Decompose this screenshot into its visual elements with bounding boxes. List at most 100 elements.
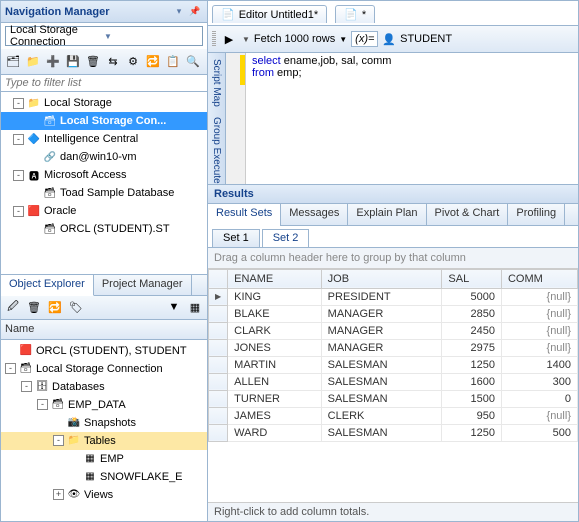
object-tree[interactable]: 🟥ORCL (STUDENT), STUDENT-🗃Local Storage … — [1, 340, 207, 522]
tree-node[interactable]: ▦EMP — [1, 450, 207, 468]
cell[interactable]: 1250 — [442, 356, 502, 373]
tool-7[interactable]: ⚙ — [124, 53, 142, 71]
table-row[interactable]: JAMESCLERK950{null} — [209, 407, 578, 424]
tree-node[interactable]: 📸Snapshots — [1, 414, 207, 432]
editor-tab-new[interactable]: 📄 * — [335, 5, 375, 23]
column-header[interactable]: SAL — [442, 269, 502, 288]
set-tab[interactable]: Set 1 — [212, 229, 260, 247]
cell[interactable]: 0 — [501, 390, 577, 407]
cell[interactable]: PRESIDENT — [321, 288, 442, 305]
filter-input[interactable] — [1, 75, 207, 92]
fetch-control[interactable]: Fetch 1000 rows ▼ — [254, 33, 347, 45]
tab-project-manager[interactable]: Project Manager — [94, 275, 192, 295]
cell[interactable]: {null} — [501, 288, 577, 305]
expand-icon[interactable]: + — [53, 489, 64, 500]
tool-5[interactable]: 🗑 — [84, 53, 102, 71]
expand-icon[interactable]: - — [53, 435, 64, 446]
tool-1[interactable]: 🗂 — [4, 53, 22, 71]
table-row[interactable]: TURNERSALESMAN15000 — [209, 390, 578, 407]
cell[interactable]: SALESMAN — [321, 356, 442, 373]
tree-node[interactable]: -🔷Intelligence Central — [1, 130, 207, 148]
expand-icon[interactable]: - — [21, 381, 32, 392]
set-tab[interactable]: Set 2 — [262, 229, 310, 247]
cell[interactable]: KING — [228, 288, 322, 305]
name-column-header[interactable]: Name — [1, 320, 207, 340]
cell[interactable]: 1250 — [442, 424, 502, 441]
run-button[interactable]: ▶ — [220, 30, 238, 48]
result-tab[interactable]: Pivot & Chart — [427, 204, 509, 225]
tree-node[interactable]: ▦SNOWFLAKE_E — [1, 468, 207, 486]
group-execute-tab[interactable]: Group Execute — [211, 117, 222, 184]
tool-6[interactable]: ⇆ — [104, 53, 122, 71]
cell[interactable]: JONES — [228, 339, 322, 356]
code-editor[interactable]: select ename,job, sal, comm from emp; — [246, 53, 397, 184]
cell[interactable]: CLERK — [321, 407, 442, 424]
connection-dropdown[interactable]: Local Storage Connection ▼ — [5, 26, 203, 46]
obj-tool-4[interactable]: 🏷 — [67, 298, 85, 316]
tree-node[interactable]: -🗄Databases — [1, 378, 207, 396]
cell[interactable]: MANAGER — [321, 339, 442, 356]
tree-node[interactable]: 🔗dan@win10-vm — [1, 148, 207, 166]
table-row[interactable]: JONESMANAGER2975{null} — [209, 339, 578, 356]
cell[interactable]: 2975 — [442, 339, 502, 356]
cell[interactable]: MANAGER — [321, 322, 442, 339]
column-header[interactable]: JOB — [321, 269, 442, 288]
tree-node[interactable]: -🗃EMP_DATA — [1, 396, 207, 414]
tree-node[interactable]: -🗃Local Storage Connection — [1, 360, 207, 378]
result-tab[interactable]: Explain Plan — [348, 204, 426, 225]
expand-icon[interactable]: - — [13, 98, 24, 109]
tool-8[interactable]: 🔁 — [144, 53, 162, 71]
tree-node[interactable]: 🗃Toad Sample Database — [1, 184, 207, 202]
table-row[interactable]: ALLENSALESMAN1600300 — [209, 373, 578, 390]
expand-icon[interactable]: - — [37, 399, 48, 410]
cell[interactable]: 500 — [501, 424, 577, 441]
fx-button[interactable]: (x)= — [351, 31, 378, 47]
tree-node[interactable]: -🟥Oracle — [1, 202, 207, 220]
cell[interactable]: BLAKE — [228, 305, 322, 322]
cell[interactable]: SALESMAN — [321, 373, 442, 390]
table-row[interactable]: BLAKEMANAGER2850{null} — [209, 305, 578, 322]
cell[interactable]: JAMES — [228, 407, 322, 424]
tool-9[interactable]: 📋 — [164, 53, 182, 71]
cell[interactable]: {null} — [501, 322, 577, 339]
tab-object-explorer[interactable]: Object Explorer — [1, 275, 94, 296]
result-tab[interactable]: Result Sets — [208, 204, 281, 226]
obj-tool-1[interactable]: 🖉 — [4, 298, 22, 316]
table-row[interactable]: WARDSALESMAN1250500 — [209, 424, 578, 441]
tool-4[interactable]: 💾 — [64, 53, 82, 71]
cell[interactable]: {null} — [501, 407, 577, 424]
cell[interactable]: 2850 — [442, 305, 502, 322]
group-hint[interactable]: Drag a column header here to group by th… — [208, 248, 578, 269]
editor-tab-1[interactable]: 📄 Editor Untitled1* — [212, 5, 327, 23]
cell[interactable]: MANAGER — [321, 305, 442, 322]
cell[interactable]: WARD — [228, 424, 322, 441]
tool-3[interactable]: ➕ — [44, 53, 62, 71]
expand-icon[interactable]: - — [13, 206, 24, 217]
cell[interactable]: SALESMAN — [321, 390, 442, 407]
run-dropdown-icon[interactable]: ▼ — [242, 35, 250, 44]
dropdown-icon[interactable]: ▾ — [171, 4, 187, 20]
cell[interactable]: 2450 — [442, 322, 502, 339]
cell[interactable]: CLARK — [228, 322, 322, 339]
column-header[interactable]: COMM — [501, 269, 577, 288]
tree-node[interactable]: 🗃Local Storage Con... — [1, 112, 207, 130]
expand-icon[interactable]: - — [13, 134, 24, 145]
cell[interactable]: {null} — [501, 305, 577, 322]
expand-icon[interactable]: - — [13, 170, 24, 181]
cell[interactable]: 300 — [501, 373, 577, 390]
result-tab[interactable]: Messages — [281, 204, 348, 225]
tree-node[interactable]: +👁Views — [1, 486, 207, 504]
table-row[interactable]: MARTINSALESMAN12501400 — [209, 356, 578, 373]
results-grid[interactable]: ENAMEJOBSALCOMM▶KINGPRESIDENT5000{null}B… — [208, 269, 578, 502]
tree-node[interactable]: -📁Local Storage — [1, 94, 207, 112]
script-map-tab[interactable]: Script Map — [211, 59, 222, 107]
tree-node[interactable]: 🗃ORCL (STUDENT).ST — [1, 220, 207, 238]
table-row[interactable]: ▶KINGPRESIDENT5000{null} — [209, 288, 578, 305]
tree-node[interactable]: -🅰Microsoft Access — [1, 166, 207, 184]
obj-tool-2[interactable]: 🗑 — [25, 298, 43, 316]
cell[interactable]: 5000 — [442, 288, 502, 305]
table-row[interactable]: CLARKMANAGER2450{null} — [209, 322, 578, 339]
cell[interactable]: SALESMAN — [321, 424, 442, 441]
filter-icon[interactable]: ▼ — [165, 298, 183, 316]
obj-tool-3[interactable]: 🔁 — [46, 298, 64, 316]
